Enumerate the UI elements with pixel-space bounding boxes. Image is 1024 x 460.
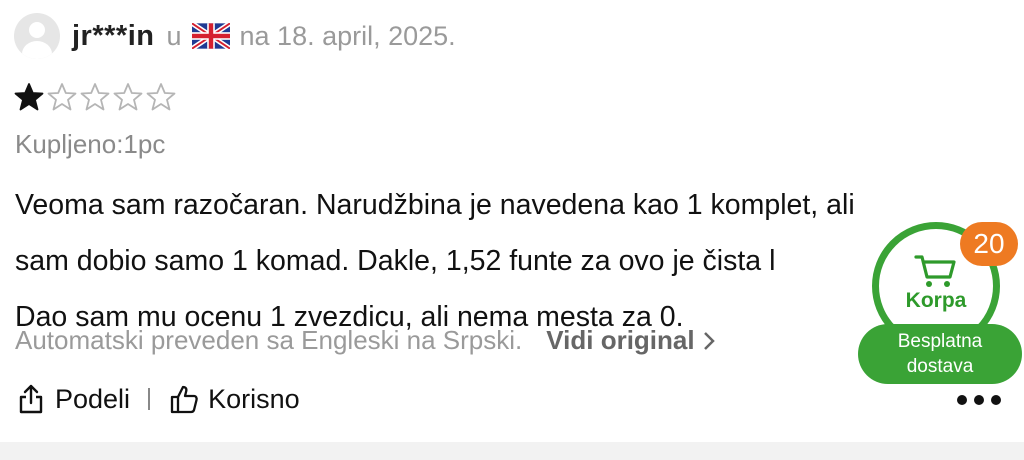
review-line: Veoma sam razočaran. Narudžbina je naved… bbox=[15, 189, 855, 221]
purchase-info: Kupljeno:1pc bbox=[15, 129, 166, 159]
star-rating bbox=[14, 82, 176, 112]
view-original-link[interactable]: Vidi original bbox=[546, 325, 694, 356]
star-empty-icon bbox=[113, 83, 143, 111]
shipping-line: dostava bbox=[906, 356, 974, 377]
helpful-label: Korisno bbox=[208, 383, 300, 414]
helpful-button[interactable]: Korisno bbox=[168, 383, 300, 415]
section-divider bbox=[0, 442, 1024, 460]
free-shipping-badge: Besplatna dostava bbox=[858, 324, 1022, 384]
shipping-line: Besplatna bbox=[897, 331, 983, 352]
floating-cart[interactable]: Korpa 20 Besplatna dostava bbox=[858, 222, 1022, 384]
star-empty-icon bbox=[47, 83, 77, 111]
review-line: sam dobio samo 1 komad. Dakle, 1,52 funt… bbox=[15, 245, 776, 277]
review-actions: Podeli Korisno bbox=[15, 383, 300, 415]
cart-count-badge: 20 bbox=[960, 222, 1018, 266]
reviewer-name: jr***in bbox=[72, 19, 155, 52]
cart-icon bbox=[914, 255, 956, 287]
uk-flag-icon bbox=[191, 23, 230, 49]
review-text: Veoma sam razočaran. Narudžbina je naved… bbox=[15, 177, 1005, 345]
avatar-icon bbox=[14, 13, 60, 59]
star-filled-icon bbox=[14, 83, 44, 111]
star-empty-icon bbox=[80, 83, 110, 111]
share-label: Podeli bbox=[55, 383, 131, 414]
chevron-right-icon bbox=[703, 331, 715, 350]
review-date: na 18. april, 2025. bbox=[239, 20, 456, 51]
more-dots-icon[interactable] bbox=[957, 395, 1007, 407]
review-header: jr***in u na 18. april, 2025. bbox=[14, 13, 456, 59]
translation-note: Automatski preveden sa Engleski na Srpsk… bbox=[15, 325, 523, 355]
translation-row: Automatski preveden sa Engleski na Srpsk… bbox=[15, 325, 717, 356]
star-empty-icon bbox=[146, 83, 176, 111]
thumbs-up-icon bbox=[170, 385, 198, 414]
share-icon bbox=[19, 384, 43, 414]
location-prefix: u bbox=[166, 20, 182, 51]
divider bbox=[148, 388, 151, 410]
cart-label: Korpa bbox=[905, 289, 967, 312]
share-button[interactable]: Podeli bbox=[15, 383, 130, 415]
